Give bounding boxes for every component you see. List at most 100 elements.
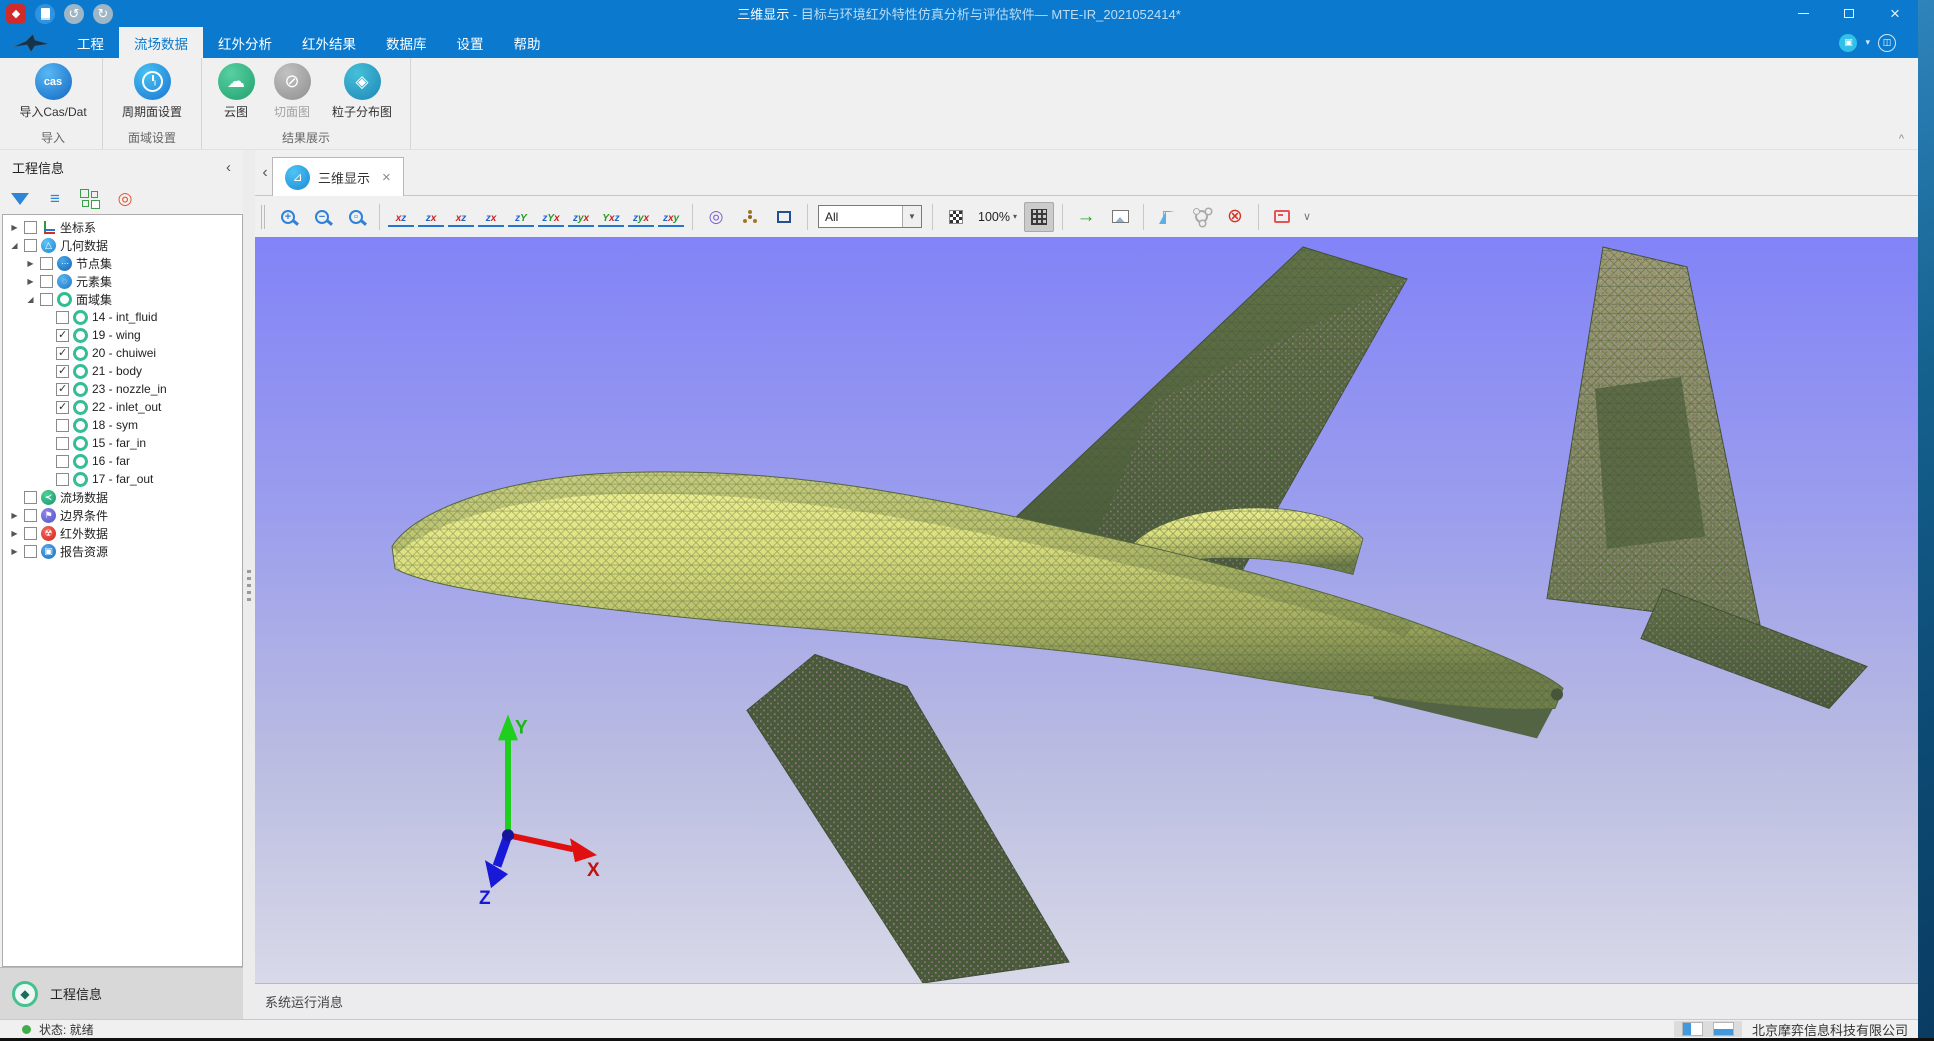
tree-row[interactable]: ≺流场数据 xyxy=(3,488,242,506)
tree-row[interactable]: 18 - sym xyxy=(3,416,242,434)
toolbar-drag-handle[interactable] xyxy=(261,205,265,229)
minimize-button[interactable] xyxy=(1780,0,1826,27)
tree-expander-icon[interactable]: ▶ xyxy=(9,547,20,556)
view-front-button[interactable]: xz xyxy=(388,207,414,227)
menu-item-4[interactable]: 红外结果 xyxy=(287,27,371,58)
theme-icon[interactable]: ▣ xyxy=(1839,34,1857,52)
tree-expander-icon[interactable]: ◢ xyxy=(25,295,36,304)
tree-checkbox[interactable] xyxy=(56,419,69,432)
tree-expander-icon[interactable]: ▶ xyxy=(25,277,36,286)
system-message-bar[interactable]: 系统运行消息 xyxy=(255,983,1918,1019)
view-iso1-button[interactable]: zyx xyxy=(568,207,594,227)
toolbar-overflow-caret[interactable]: ∨ xyxy=(1303,210,1311,223)
tree-checkbox[interactable] xyxy=(24,527,37,540)
view-right-button[interactable]: zx xyxy=(478,207,504,227)
mesh-grid-button[interactable] xyxy=(1024,202,1054,232)
tree-row[interactable]: 19 - wing xyxy=(3,326,242,344)
sidebar-splitter[interactable] xyxy=(243,150,255,1019)
tab-3d-view[interactable]: ⊿ 三维显示 × xyxy=(272,157,404,196)
tree-row[interactable]: ▶☢红外数据 xyxy=(3,524,242,542)
tree-checkbox[interactable] xyxy=(56,329,69,342)
new-doc-icon[interactable] xyxy=(35,4,55,24)
scatter-points-button[interactable] xyxy=(735,202,765,232)
view-back-button[interactable]: zx xyxy=(418,207,444,227)
clear-cancel-button[interactable]: ⊗ xyxy=(1220,202,1250,232)
view-top-button[interactable]: zY xyxy=(508,207,534,227)
zoom-in-button[interactable]: + xyxy=(273,202,303,232)
sidebar-footer[interactable]: ◆ 工程信息 xyxy=(0,967,243,1019)
close-button[interactable]: × xyxy=(1872,0,1918,27)
zoom-out-button[interactable]: − xyxy=(307,202,337,232)
tree-row[interactable]: 21 - body xyxy=(3,362,242,380)
tree-checkbox[interactable] xyxy=(40,257,53,270)
zoom-fit-button[interactable]: ▫ xyxy=(341,202,371,232)
menu-item-6[interactable]: 设置 xyxy=(442,27,499,58)
ribbon-button-cloud[interactable]: ☁云图 xyxy=(208,63,264,120)
tree-checkbox[interactable] xyxy=(56,473,69,486)
panel-split-bottom-icon[interactable] xyxy=(1713,1022,1734,1036)
tree-expander-icon[interactable]: ▶ xyxy=(9,511,20,520)
3d-viewport[interactable]: Y X Z xyxy=(255,237,1918,983)
tree-expander-icon[interactable]: ▶ xyxy=(9,529,20,538)
tree-expander-icon[interactable]: ▶ xyxy=(25,259,36,268)
tree-row[interactable]: ▶▣报告资源 xyxy=(3,542,242,560)
list-icon[interactable]: ≡ xyxy=(45,190,65,208)
tree-row[interactable]: ▶⚑边界条件 xyxy=(3,506,242,524)
dropdown-caret-icon[interactable]: ▾ xyxy=(1865,37,1870,48)
menu-item-3[interactable]: 红外分析 xyxy=(203,27,287,58)
tree-checkbox[interactable] xyxy=(56,365,69,378)
tree-row[interactable]: ◢△几何数据 xyxy=(3,236,242,254)
tree-checkbox[interactable] xyxy=(40,293,53,306)
probe-camera-button[interactable]: ◎ xyxy=(701,202,731,232)
tab-scroll-left-icon[interactable]: ‹ xyxy=(258,164,272,182)
tree-row[interactable]: 23 - nozzle_in xyxy=(3,380,242,398)
box-select-button[interactable] xyxy=(769,202,799,232)
mirror-flip-button[interactable] xyxy=(1152,202,1182,232)
help-panel-icon[interactable]: ◫ xyxy=(1878,34,1896,52)
ribbon-button-cas[interactable]: cas导入Cas/Dat xyxy=(10,63,96,120)
menu-item-5[interactable]: 数据库 xyxy=(371,27,442,58)
tree-checkbox[interactable] xyxy=(56,311,69,324)
menu-item-7[interactable]: 帮助 xyxy=(499,27,556,58)
ribbon-button-particle[interactable]: ◈粒子分布图 xyxy=(320,63,404,120)
view-bottom-button[interactable]: zYx xyxy=(538,207,564,227)
snapshot-image-button[interactable] xyxy=(1105,202,1135,232)
transparency-pattern-button[interactable] xyxy=(941,202,971,232)
tree-checkbox[interactable] xyxy=(56,383,69,396)
tree-checkbox[interactable] xyxy=(24,491,37,504)
tree-row[interactable]: 14 - int_fluid xyxy=(3,308,242,326)
tree-checkbox[interactable] xyxy=(56,347,69,360)
tree-row[interactable]: 22 - inlet_out xyxy=(3,398,242,416)
tree-row[interactable]: ▶⋯节点集 xyxy=(3,254,242,272)
display-filter-select[interactable]: All▼ xyxy=(818,205,922,228)
maximize-button[interactable] xyxy=(1826,0,1872,27)
tree-row[interactable]: 16 - far xyxy=(3,452,242,470)
grid-icon[interactable] xyxy=(80,190,100,208)
tree-row[interactable]: ▶◌元素集 xyxy=(3,272,242,290)
view-left-button[interactable]: xz xyxy=(448,207,474,227)
combo-dropdown-arrow-icon[interactable]: ▼ xyxy=(902,206,921,227)
ribbon-collapse-icon[interactable]: ^ xyxy=(1899,133,1904,145)
tree-row[interactable]: 15 - far_in xyxy=(3,434,242,452)
tree-row[interactable]: 17 - far_out xyxy=(3,470,242,488)
panel-split-left-icon[interactable] xyxy=(1682,1022,1703,1036)
tree-checkbox[interactable] xyxy=(56,455,69,468)
share-molecule-button[interactable] xyxy=(1186,202,1216,232)
ribbon-button-clock[interactable]: 周期面设置 xyxy=(109,63,195,120)
view-iso2-button[interactable]: Yxz xyxy=(598,207,624,227)
view-iso4-button[interactable]: zxy xyxy=(658,207,684,227)
export-arrow-button[interactable]: → xyxy=(1071,202,1101,232)
filter-icon[interactable] xyxy=(10,190,30,208)
tree-checkbox[interactable] xyxy=(24,221,37,234)
package-box-button[interactable] xyxy=(1267,202,1297,232)
undo-icon[interactable]: ↺ xyxy=(64,4,84,24)
tree-row[interactable]: ◢面域集 xyxy=(3,290,242,308)
zoom-level-control[interactable]: 100%▾ xyxy=(975,210,1020,224)
tree-checkbox[interactable] xyxy=(56,437,69,450)
menu-item-1[interactable]: 工程 xyxy=(62,27,119,58)
sidebar-collapse-icon[interactable]: ‹ xyxy=(226,159,231,176)
app-icon[interactable]: ◆ xyxy=(6,4,26,24)
tree-checkbox[interactable] xyxy=(24,509,37,522)
tree-checkbox[interactable] xyxy=(24,239,37,252)
tree-checkbox[interactable] xyxy=(24,545,37,558)
